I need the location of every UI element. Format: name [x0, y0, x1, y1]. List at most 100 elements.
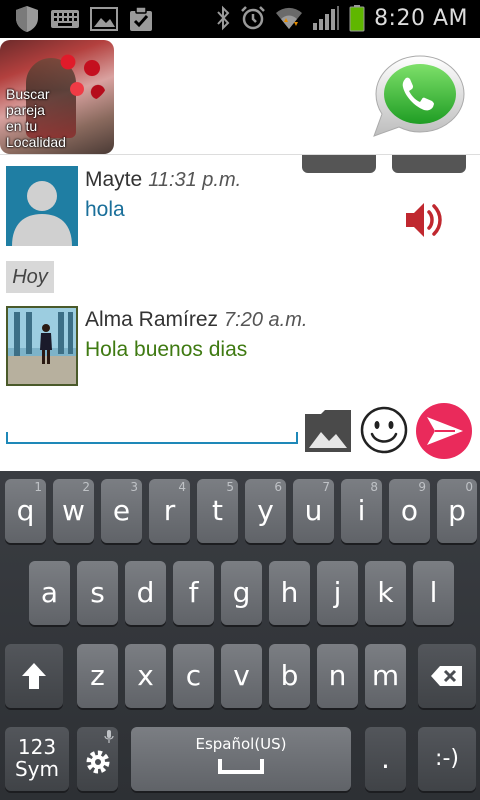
user-photo-avatar: [6, 306, 78, 386]
message-time: 7:20 a.m.: [224, 309, 308, 331]
key-v[interactable]: v: [221, 644, 262, 708]
key-k[interactable]: k: [365, 561, 406, 625]
key-l[interactable]: l: [413, 561, 454, 625]
sender-name: Alma Ramírez: [85, 308, 219, 331]
backspace-key[interactable]: [418, 644, 476, 708]
key-h[interactable]: h: [269, 561, 310, 625]
key-e[interactable]: 3e: [101, 479, 142, 543]
promo-line: Buscar: [6, 86, 50, 102]
key-f[interactable]: f: [173, 561, 214, 625]
promo-line: pareja: [6, 102, 45, 118]
key-label: u: [304, 494, 323, 527]
key-hint: 2: [82, 480, 90, 494]
key-hint: 7: [322, 480, 330, 494]
symbols-key-label: Sym: [14, 757, 59, 781]
promo-text: Buscar pareja en tu Localidad: [6, 86, 108, 150]
key-label: t: [212, 494, 223, 527]
key-y[interactable]: 6y: [245, 479, 286, 543]
key-o[interactable]: 9o: [389, 479, 430, 543]
key-hint: 0: [465, 480, 473, 494]
alarm-icon: [241, 6, 265, 30]
whatsapp-logo-icon[interactable]: [368, 52, 468, 140]
key-j[interactable]: j: [317, 561, 358, 625]
symbols-key-label: 123: [17, 735, 57, 759]
key-m[interactable]: m: [365, 644, 406, 708]
key-r[interactable]: 4r: [149, 479, 190, 543]
image-icon: [90, 7, 118, 31]
gear-icon: [86, 750, 109, 774]
signal-icon: [313, 6, 340, 30]
space-key[interactable]: Español(US): [131, 727, 351, 791]
wifi-icon: [276, 7, 303, 29]
key-b[interactable]: b: [269, 644, 310, 708]
key-z[interactable]: z: [77, 644, 118, 708]
battery-icon: [349, 5, 365, 32]
settings-key[interactable]: [77, 727, 118, 791]
key-hint: 9: [418, 480, 426, 494]
key-c[interactable]: c: [173, 644, 214, 708]
space-bar-icon: [218, 759, 264, 774]
key-label: y: [257, 494, 274, 527]
symbols-key[interactable]: 123 Sym: [5, 727, 69, 791]
smiley-key[interactable]: :-): [418, 727, 476, 791]
key-d[interactable]: d: [125, 561, 166, 625]
key-t[interactable]: 5t: [197, 479, 238, 543]
send-icon[interactable]: [415, 400, 473, 462]
message-time: 11:31 p.m.: [148, 169, 242, 191]
shift-arrow-icon: [22, 663, 46, 689]
message-input[interactable]: [6, 414, 298, 444]
default-avatar-icon: [6, 166, 78, 246]
key-hint: 5: [226, 480, 234, 494]
key-hint: 4: [178, 480, 186, 494]
promo-line: en tu: [6, 118, 38, 134]
clipboard-icon: [130, 6, 152, 31]
promo-line: Localidad: [6, 134, 66, 150]
key-q[interactable]: 1q: [5, 479, 46, 543]
key-label: i: [357, 494, 366, 527]
status-bar: 8:20 AM: [0, 0, 480, 38]
message-meta: Alma Ramírez 7:20 a.m.: [85, 308, 307, 332]
sender-name: Mayte: [85, 168, 143, 191]
input-edge: [296, 432, 298, 444]
shield-icon: [16, 6, 38, 32]
key-hint: 6: [274, 480, 282, 494]
key-g[interactable]: g: [221, 561, 262, 625]
backspace-icon: [431, 666, 462, 686]
chat-message[interactable]: Alma Ramírez 7:20 a.m. Hola buenos dias: [6, 306, 474, 386]
key-hint: 8: [370, 480, 378, 494]
speaker-icon[interactable]: [402, 198, 446, 242]
space-key-label: Español(US): [195, 735, 287, 753]
shift-key[interactable]: [5, 644, 63, 708]
image-attach-icon[interactable]: [303, 408, 353, 454]
status-time: 8:20 AM: [374, 5, 468, 31]
key-p[interactable]: 0p: [437, 479, 477, 543]
key-hint: 3: [130, 480, 138, 494]
day-separator: Hoy: [6, 261, 54, 293]
microphone-icon: [104, 730, 114, 743]
key-i[interactable]: 8i: [341, 479, 382, 543]
emoji-icon[interactable]: [360, 404, 408, 456]
app-header: Buscar pareja en tu Localidad: [0, 38, 480, 155]
key-u[interactable]: 7u: [293, 479, 334, 543]
soft-keyboard: 1q 2w 3e 4r 5t 6y 7u 8i 9o 0p a s d f g …: [0, 471, 480, 800]
bluetooth-icon: [217, 5, 230, 31]
message-text: Hola buenos dias: [85, 338, 248, 361]
key-label: o: [400, 494, 419, 527]
keyboard-icon: [51, 10, 79, 28]
promo-banner[interactable]: Buscar pareja en tu Localidad: [0, 40, 114, 154]
key-label: p: [448, 494, 466, 527]
key-label: e: [112, 494, 131, 527]
key-label: r: [163, 494, 176, 527]
key-label: q: [16, 494, 35, 527]
key-s[interactable]: s: [77, 561, 118, 625]
key-w[interactable]: 2w: [53, 479, 94, 543]
key-hint: 1: [34, 480, 42, 494]
period-key[interactable]: .: [365, 727, 406, 791]
key-label: w: [62, 494, 85, 527]
message-meta: Mayte 11:31 p.m.: [85, 168, 241, 192]
key-a[interactable]: a: [29, 561, 70, 625]
key-x[interactable]: x: [125, 644, 166, 708]
input-edge: [6, 432, 8, 444]
key-n[interactable]: n: [317, 644, 358, 708]
message-text: hola: [85, 198, 125, 221]
